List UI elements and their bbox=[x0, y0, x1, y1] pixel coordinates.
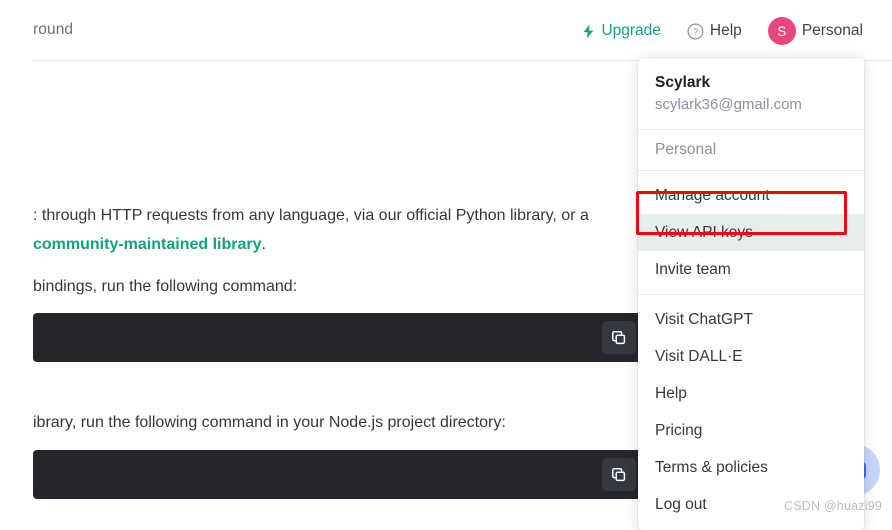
code-block-node bbox=[33, 450, 648, 499]
bolt-icon bbox=[582, 24, 595, 39]
intro-paragraph-suffix: . bbox=[261, 236, 266, 253]
svg-text:?: ? bbox=[693, 27, 698, 37]
account-dropdown-menu: Scylark scylark36@gmail.com Personal Man… bbox=[638, 58, 864, 530]
menu-item-visit-dalle[interactable]: Visit DALL·E bbox=[638, 338, 864, 375]
menu-item-manage-account[interactable]: Manage account bbox=[638, 177, 864, 214]
help-label: Help bbox=[709, 22, 742, 39]
menu-item-pricing[interactable]: Pricing bbox=[638, 412, 864, 449]
intro-paragraph: : through HTTP requests from any languag… bbox=[33, 201, 643, 259]
community-library-link[interactable]: community-maintained library bbox=[33, 236, 262, 253]
menu-item-visit-chatgpt[interactable]: Visit ChatGPT bbox=[638, 301, 864, 338]
account-label: Personal bbox=[801, 22, 863, 39]
menu-item-invite-team[interactable]: Invite team bbox=[638, 251, 864, 288]
menu-item-help[interactable]: Help bbox=[638, 375, 864, 412]
menu-item-terms-policies[interactable]: Terms & policies bbox=[638, 449, 864, 486]
header-actions: Upgrade ? Help S Personal bbox=[569, 17, 876, 45]
help-button[interactable]: ? Help bbox=[674, 17, 755, 45]
copy-icon bbox=[612, 467, 626, 481]
copy-code-button-1[interactable] bbox=[602, 321, 636, 354]
avatar: S bbox=[767, 17, 796, 45]
dropdown-group-links: Visit ChatGPT Visit DALL·E Help Pricing … bbox=[638, 294, 864, 523]
top-header-bar: round Upgrade ? Help S Personal bbox=[0, 0, 892, 61]
question-circle-icon: ? bbox=[687, 22, 704, 40]
page-title: round bbox=[33, 21, 74, 38]
account-menu-button[interactable]: S Personal bbox=[755, 17, 876, 45]
dropdown-group-account: Manage account View API keys Invite team bbox=[638, 171, 864, 288]
watermark: CSDN @huazi99 bbox=[784, 499, 882, 513]
intro-paragraph-text: : through HTTP requests from any languag… bbox=[33, 207, 589, 224]
copy-icon bbox=[612, 330, 626, 344]
dropdown-user-email: scylark36@gmail.com bbox=[655, 96, 802, 113]
python-install-paragraph: bindings, run the following command: bbox=[33, 278, 298, 295]
upgrade-label: Upgrade bbox=[601, 22, 661, 39]
node-install-paragraph: ibrary, run the following command in you… bbox=[33, 414, 506, 431]
code-block-python bbox=[33, 313, 648, 362]
dropdown-user-block: Scylark scylark36@gmail.com bbox=[638, 58, 864, 130]
copy-code-button-2[interactable] bbox=[602, 458, 636, 491]
dropdown-user-name: Scylark bbox=[655, 74, 711, 91]
menu-item-view-api-keys[interactable]: View API keys bbox=[638, 214, 864, 251]
dropdown-org-label[interactable]: Personal bbox=[638, 130, 864, 171]
upgrade-button[interactable]: Upgrade bbox=[569, 17, 673, 45]
